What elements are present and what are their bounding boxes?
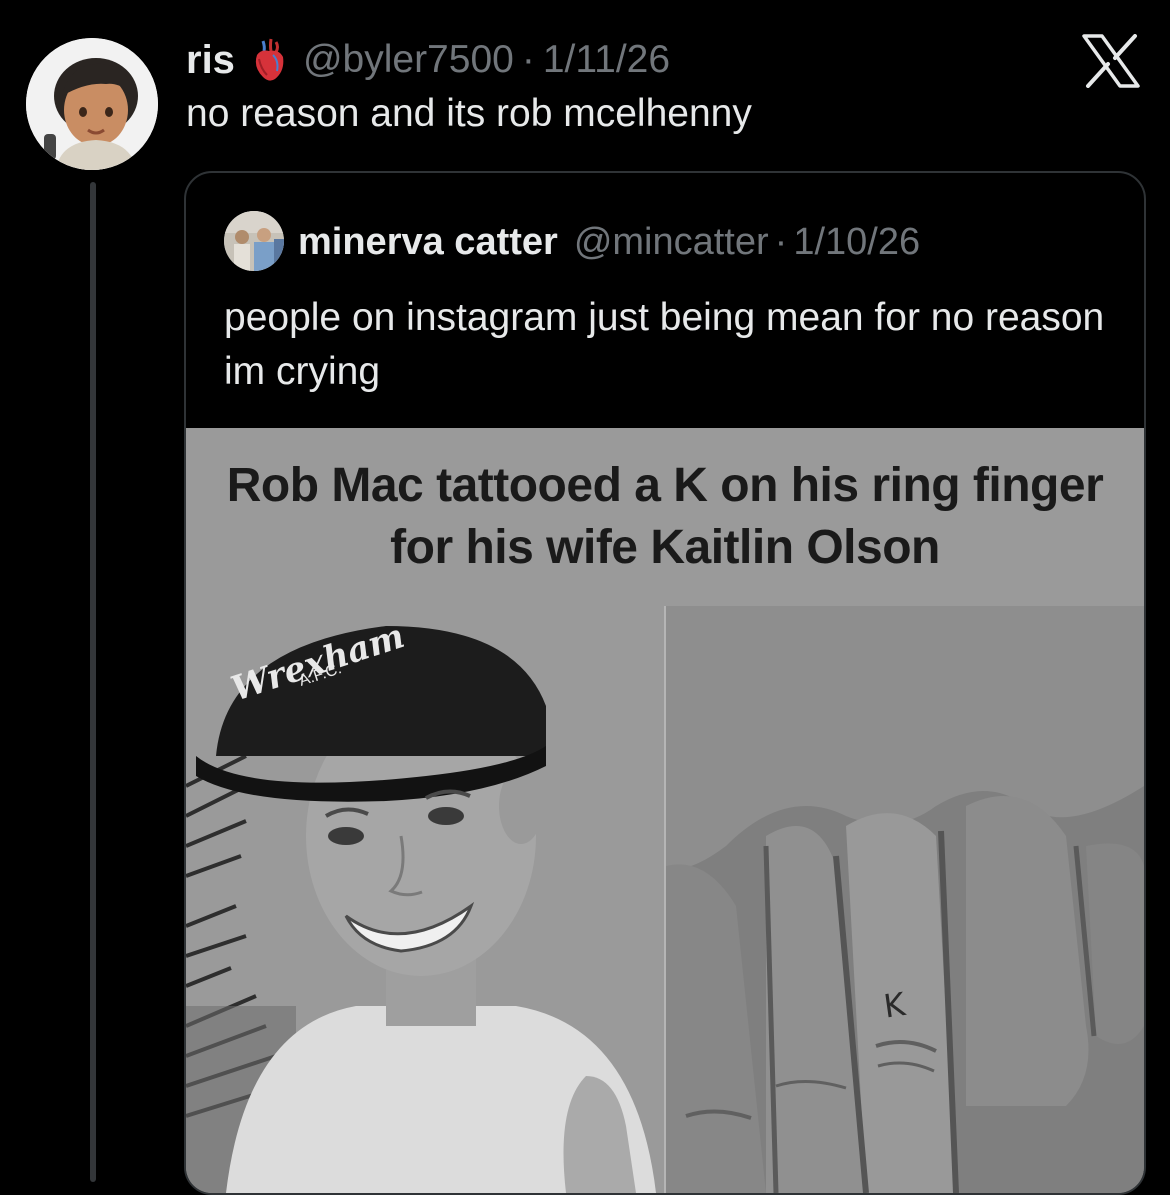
anatomical-heart-icon	[255, 38, 284, 81]
author-display-name[interactable]: ris	[186, 38, 235, 83]
quoted-tweet-card[interactable]: minerva catter @mincatter · 1/10/26 peop…	[184, 171, 1146, 1195]
quoted-author-avatar[interactable]	[224, 211, 284, 271]
author-avatar[interactable]	[26, 38, 158, 170]
quoted-meta-separator: ·	[774, 220, 788, 263]
memoji-avatar-image	[26, 38, 158, 170]
thread-connector-line	[90, 182, 96, 1182]
tweet-text: no reason and its rob mcelhenny	[186, 92, 752, 135]
meta-separator: ·	[521, 38, 535, 81]
tweet-date[interactable]: 1/11/26	[543, 38, 670, 82]
quoted-author-display-name[interactable]: minerva catter	[298, 221, 558, 264]
quoted-avatar-image	[224, 211, 284, 271]
quoted-author-handle[interactable]: @mincatter	[574, 221, 769, 264]
tweet-header: ris @byler7500 · 1/11/26	[186, 34, 670, 86]
x-logo-icon[interactable]	[1082, 34, 1140, 88]
media-headline-text: Rob Mac tattooed a K on his ring finger …	[226, 459, 1104, 574]
quoted-tweet-text: people on instagram just being mean for …	[224, 296, 1105, 393]
quoted-tweet-media[interactable]: Rob Mac tattooed a K on his ring finger …	[186, 428, 1144, 1193]
media-headline-banner: Rob Mac tattooed a K on his ring finger …	[186, 428, 1144, 606]
author-handle[interactable]: @byler7500	[303, 38, 514, 82]
quoted-tweet-header: minerva catter @mincatter · 1/10/26	[298, 215, 920, 269]
photo-man-in-cap: Wrexham A.F.C.	[186, 606, 664, 1193]
quoted-tweet-date[interactable]: 1/10/26	[793, 221, 920, 264]
photo-hand-tattoo: K	[666, 606, 1144, 1193]
